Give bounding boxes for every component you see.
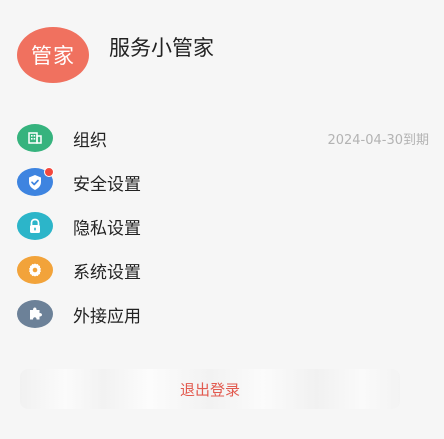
menu-item-organization[interactable]: 组织 2024-04-30到期 (17, 116, 429, 160)
menu-item-label: 隐私设置 (73, 218, 141, 239)
menu-item-label: 组织 (73, 130, 107, 151)
user-name: 服务小管家 (109, 36, 214, 60)
lock-icon (17, 212, 53, 240)
gear-icon (17, 256, 53, 284)
avatar[interactable]: 管家 (17, 27, 89, 83)
puzzle-icon (17, 300, 53, 328)
notification-dot (44, 167, 54, 177)
menu-item-label: 系统设置 (73, 262, 141, 283)
menu-item-system[interactable]: 系统设置 (17, 248, 429, 292)
settings-menu: 组织 2024-04-30到期 安全设置 隐私设置 系统设置 外接应用 (17, 116, 429, 336)
profile-header: 管家 服务小管家 (17, 27, 214, 83)
menu-item-label: 外接应用 (73, 306, 141, 327)
menu-item-privacy[interactable]: 隐私设置 (17, 204, 429, 248)
menu-item-external-apps[interactable]: 外接应用 (17, 292, 429, 336)
logout-button[interactable]: 退出登录 (20, 369, 400, 409)
menu-item-security[interactable]: 安全设置 (17, 160, 429, 204)
expiry-date: 2024-04-30到期 (327, 132, 429, 148)
menu-item-label: 安全设置 (73, 174, 141, 195)
building-icon (17, 124, 53, 152)
shield-check-icon (17, 167, 54, 196)
